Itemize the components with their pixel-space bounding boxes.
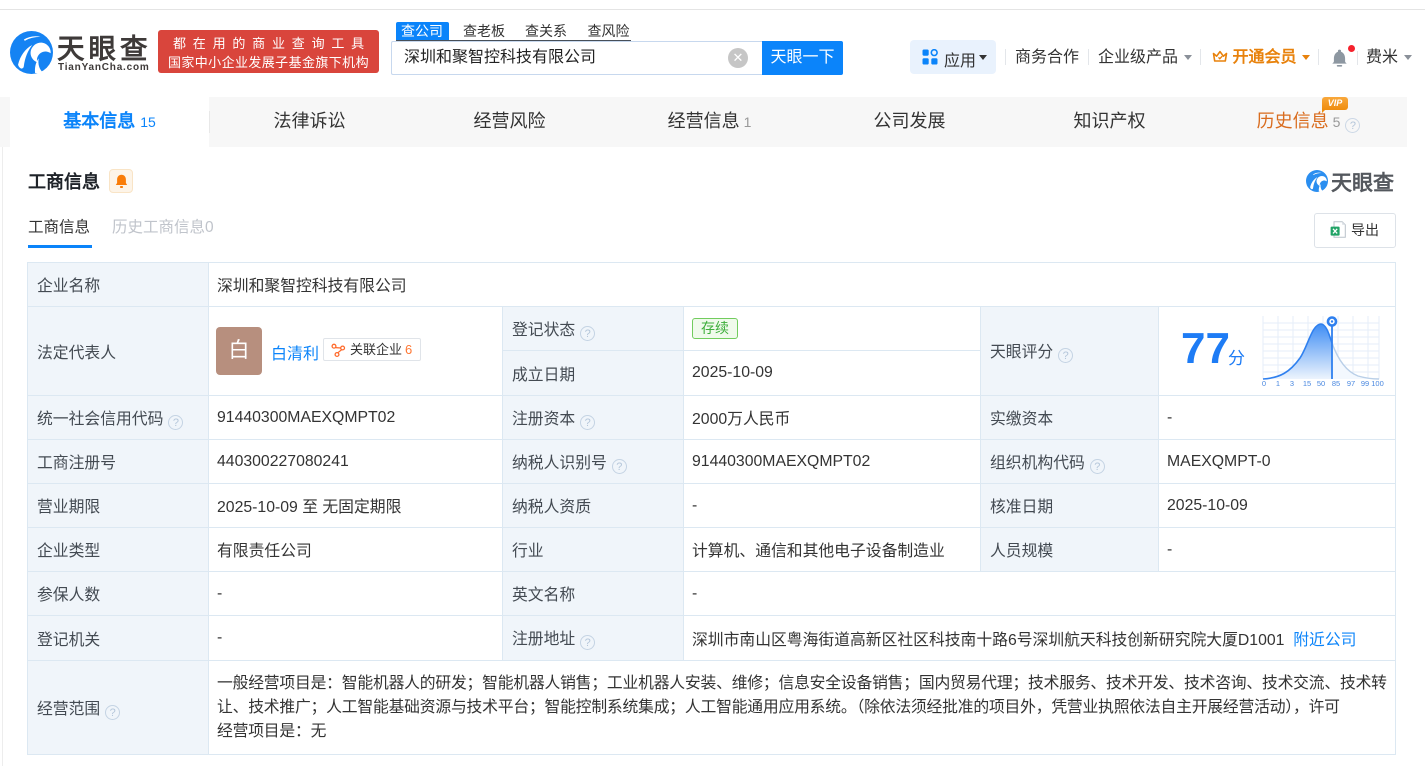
- svg-text:50: 50: [1317, 379, 1325, 388]
- svg-text:100: 100: [1371, 379, 1384, 388]
- svg-text:15: 15: [1303, 379, 1311, 388]
- svg-text:1: 1: [1276, 379, 1280, 388]
- svg-text:0: 0: [1262, 379, 1266, 388]
- svg-text:97: 97: [1347, 379, 1355, 388]
- svg-text:99: 99: [1361, 379, 1369, 388]
- svg-text:85: 85: [1332, 379, 1340, 388]
- svg-text:3: 3: [1290, 379, 1294, 388]
